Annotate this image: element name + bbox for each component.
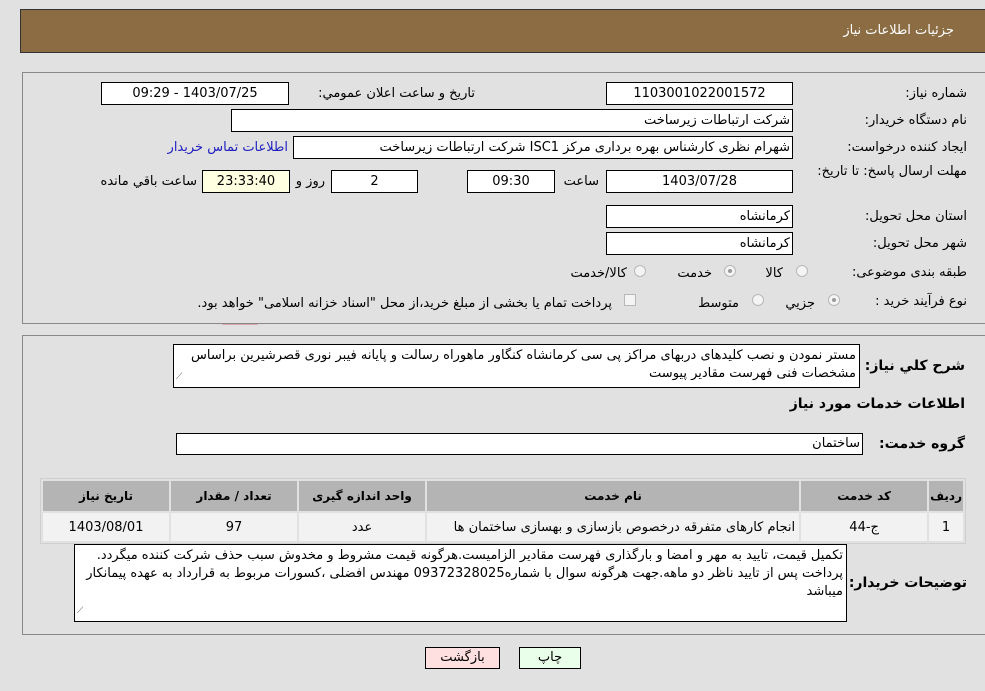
need-number-label: شماره نیاز: <box>905 86 967 101</box>
process-radio-medium[interactable] <box>752 294 764 306</box>
service-group-field: ساختمان <box>176 433 863 455</box>
cell-quantity: 97 <box>171 513 298 541</box>
category-radio-goods-service[interactable] <box>634 265 646 277</box>
resize-grip-icon[interactable]: ⟋ <box>176 368 182 386</box>
city-label: شهر محل تحویل: <box>872 236 967 251</box>
col-service-name: نام خدمت <box>427 481 800 511</box>
deadline-time-field: 09:30 <box>467 170 555 193</box>
col-unit: واحد اندازه گیری <box>299 481 426 511</box>
table-row: 1 ج-44 انجام کارهای متفرقه درخصوص بازساز… <box>43 513 963 541</box>
buyer-org-label: نام دستگاه خريدار: <box>864 113 967 128</box>
buyer-org-field: شرکت ارتباطات زيرساخت <box>231 109 793 132</box>
page-header: جزئیات اطلاعات نیاز <box>20 9 985 53</box>
cell-unit: عدد <box>299 513 426 541</box>
remaining-time-field: 23:33:40 <box>202 170 290 193</box>
days-field: 2 <box>331 170 418 193</box>
category-label: طبقه بندی موضوعی: <box>851 265 967 280</box>
cell-row-number: 1 <box>929 513 963 541</box>
city-field: کرمانشاه <box>606 232 793 255</box>
creator-field: شهرام نظری کارشناس بهره برداری مرکز ISC1… <box>293 136 793 159</box>
col-quantity: تعداد / مقدار <box>171 481 298 511</box>
deadline-label: مهلت ارسال پاسخ: تا تاریخ: <box>817 164 967 179</box>
page-title: جزئیات اطلاعات نیاز <box>843 23 954 38</box>
cell-need-date: 1403/08/01 <box>43 513 170 541</box>
process-option-medium: متوسط <box>698 296 739 311</box>
summary-text: مستر نمودن و نصب کلیدهای دربهای مراکز پی… <box>191 348 856 381</box>
resize-grip-icon[interactable]: ⟋ <box>77 602 83 620</box>
payment-note: پرداخت تمام یا بخشی از مبلغ خرید،از محل … <box>197 296 612 311</box>
need-number-field: 1103001022001572 <box>606 82 793 105</box>
buyer-notes-label: توضیحات خریدار: <box>848 575 967 591</box>
col-service-code: کد خدمت <box>801 481 928 511</box>
category-radio-goods[interactable] <box>796 265 808 277</box>
category-option-service: خدمت <box>677 266 712 281</box>
province-label: استان محل تحویل: <box>865 209 967 224</box>
summary-textarea[interactable]: مستر نمودن و نصب کلیدهای دربهای مراکز پی… <box>173 344 860 388</box>
back-button[interactable]: بازگشت <box>425 647 500 669</box>
print-button[interactable]: چاپ <box>519 647 581 669</box>
announce-field: 1403/07/25 - 09:29 <box>101 82 289 105</box>
process-label: نوع فرآیند خرید : <box>875 294 967 309</box>
buyer-contact-link[interactable]: اطلاعات تماس خریدار <box>168 140 288 155</box>
category-option-goods: کالا <box>765 266 783 281</box>
col-row-number: ردیف <box>929 481 963 511</box>
col-need-date: تاریخ نیاز <box>43 481 170 511</box>
deadline-time-label: ساعت <box>563 174 599 189</box>
services-section-title: اطلاعات خدمات مورد نیاز <box>789 396 965 412</box>
category-radio-service[interactable] <box>724 265 736 277</box>
deadline-date-field: 1403/07/28 <box>606 170 793 193</box>
service-group-label: گروه خدمت: <box>879 436 965 452</box>
creator-label: ایجاد کننده درخواست: <box>847 140 967 155</box>
category-option-goods-service: کالا/خدمت <box>570 266 627 281</box>
remaining-label: ساعت باقي مانده <box>100 174 197 189</box>
summary-label: شرح کلي نياز: <box>864 358 965 374</box>
province-field: کرمانشاه <box>606 205 793 228</box>
process-option-minor: جزيي <box>785 296 815 311</box>
process-radio-minor[interactable] <box>828 294 840 306</box>
cell-service-code: ج-44 <box>801 513 928 541</box>
announce-label: تاریخ و ساعت اعلان عمومي: <box>318 86 475 101</box>
cell-service-name: انجام کارهای متفرقه درخصوص بازسازی و بهس… <box>427 513 800 541</box>
days-label: روز و <box>295 174 325 189</box>
services-table: ردیف کد خدمت نام خدمت واحد اندازه گیری ت… <box>40 478 966 544</box>
table-header-row: ردیف کد خدمت نام خدمت واحد اندازه گیری ت… <box>43 481 963 511</box>
buyer-notes-textarea[interactable]: تکمیل قیمت، تایید به مهر و امضا و بارگذا… <box>74 544 847 622</box>
buyer-notes-text: تکمیل قیمت، تایید به مهر و امضا و بارگذا… <box>86 548 843 599</box>
treasury-payment-checkbox[interactable] <box>624 294 636 306</box>
